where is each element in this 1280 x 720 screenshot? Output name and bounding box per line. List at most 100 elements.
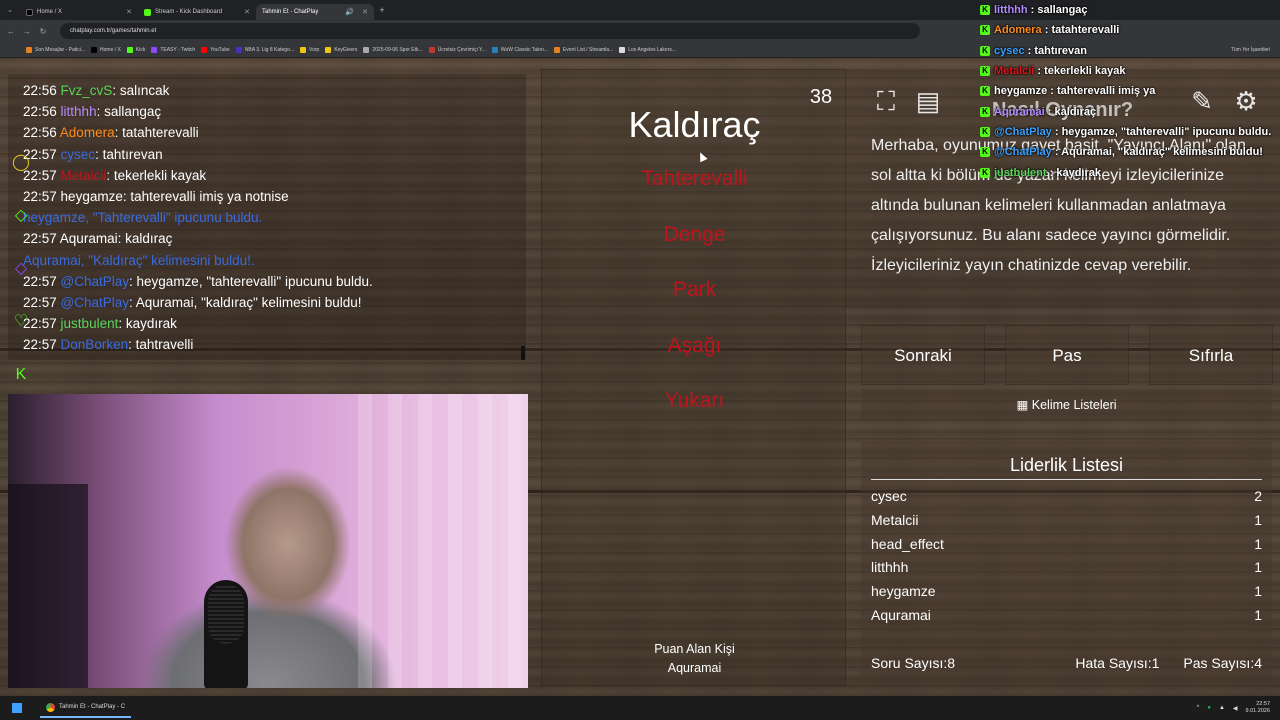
- taskbar-chrome-item[interactable]: Tahmin Et - ChatPlay - C: [40, 698, 132, 718]
- game-stats: Soru Sayısı:8 Hata Sayısı:1 Pas Sayısı:4: [861, 655, 1272, 671]
- fullscreen-icon[interactable]: ⛶: [870, 85, 902, 117]
- leaderboard: Liderlik Listesi cysec 2 Metalcii 1 head_eff…: [861, 441, 1272, 686]
- clock[interactable]: 22:57 9.01.2026: [1246, 701, 1270, 715]
- pass-count: Pas Sayısı:4: [1183, 655, 1262, 671]
- bookmark[interactable]: Kick: [126, 46, 145, 53]
- network-icon[interactable]: ▲: [1219, 705, 1225, 711]
- kick-badge-icon: K: [980, 5, 990, 16]
- notes-icon[interactable]: ▤: [912, 85, 944, 117]
- browser-tab-0[interactable]: Home / X ✕: [20, 4, 138, 20]
- message-text: : tekerlekli kayak: [106, 167, 207, 183]
- bookmark[interactable]: Event List / Streamla...: [553, 46, 613, 53]
- bookmark[interactable]: NBA 3. Lig 8 Katego...: [235, 46, 294, 53]
- chat-message: 22:56 Fvz_cvS: salıncak: [23, 80, 526, 101]
- overlay-username: litthhh: [994, 4, 1028, 17]
- overlay-chat-message: K Aquramai : kaldıraç: [980, 101, 1280, 121]
- taboo-word: Aşağı: [667, 334, 722, 357]
- target-word: Kaldıraç: [628, 104, 761, 145]
- bookmark[interactable]: 2025-09-06 Spor Etk...: [363, 46, 423, 53]
- word-lists-button[interactable]: ▦ Kelime Listeleri: [861, 389, 1272, 421]
- browser-tab-2[interactable]: Tahmin Et - ChatPlay 🔊 ✕: [256, 4, 374, 20]
- browser-tab-1[interactable]: Stream - Kick Dashboard ✕: [138, 4, 256, 20]
- message-text: : kaldıraç: [117, 231, 173, 247]
- message-username: heygamze: [60, 189, 123, 205]
- taboo-word: Denge: [663, 223, 726, 246]
- overlay-message-text: justbulent : kaydırak: [994, 163, 1101, 183]
- overlay-text: : Aquramai, "kaldıraç" kelimesini buldu!: [1051, 146, 1263, 159]
- bookmark[interactable]: KeyGivers: [325, 46, 357, 53]
- overlay-username: Metalcii: [994, 65, 1035, 78]
- bookmark[interactable]: Son Mesajlar - Patici...: [26, 46, 85, 53]
- leaderboard-row: Aquramai 1: [871, 604, 1262, 628]
- chat-message: 22:57 @ChatPlay: heygamze, "tahterevalli…: [23, 271, 526, 292]
- overlay-chat-message: K @ChatPlay : heygamze, "tahterevalli" ip…: [980, 122, 1280, 142]
- chair-shape: [8, 484, 88, 688]
- overlay-text: : tekerlekli kayak: [1034, 65, 1126, 78]
- bookmark[interactable]: Home / X: [91, 46, 121, 53]
- message-text: : Aquramai, "kaldıraç" kelimesini buldu!: [129, 295, 362, 311]
- close-icon[interactable]: ✕: [362, 8, 368, 16]
- message-username: litthhh: [60, 104, 97, 120]
- overlay-username: heygamze: [994, 85, 1048, 98]
- reload-icon[interactable]: ↻: [38, 27, 48, 36]
- overlay-text: : kaydırak: [1046, 166, 1101, 179]
- message-username: cysec: [60, 146, 96, 162]
- system-tray: ^ ● ▲ ◀ 22:57 9.01.2026: [1197, 701, 1271, 715]
- message-text: : sallangaç: [96, 104, 162, 120]
- chat-message: 22:57 DonBorken: tahtravelli: [23, 334, 526, 355]
- overlay-chat-message: K Metalcii : tekerlekli kayak: [980, 61, 1280, 81]
- webcam-feed: [8, 394, 528, 688]
- chat-scrollbar[interactable]: [521, 346, 525, 360]
- tab-label: Stream - Kick Dashboard: [155, 9, 223, 15]
- overlay-chat-message: Kjustbulent : kaydırak: [980, 162, 1280, 182]
- next-button[interactable]: Sonraki: [861, 325, 985, 385]
- tab-label: Home / X: [37, 9, 63, 15]
- message-text: : tahtravelli: [128, 337, 194, 353]
- speaker-icon[interactable]: 🔊: [345, 8, 354, 16]
- close-icon[interactable]: ✕: [244, 8, 250, 16]
- url-text: chatplay.com.tr/games/tahmin.et: [70, 28, 157, 34]
- kick-badge-icon: K: [980, 167, 990, 178]
- error-count: Hata Sayısı:1: [1075, 655, 1160, 671]
- bookmark[interactable]: WoW Classic Talon...: [491, 46, 548, 53]
- tab-search-icon[interactable]: ⌄: [0, 6, 20, 14]
- chevron-up-icon[interactable]: ^: [1197, 705, 1200, 711]
- overlay-message-text: @ChatPlay : Aquramai, "kaldıraç" kelimes…: [994, 142, 1263, 162]
- pass-button[interactable]: Pas: [1005, 325, 1129, 385]
- overlay-username: justbulent: [994, 166, 1047, 179]
- close-icon[interactable]: ✕: [126, 8, 132, 16]
- message-text: : heygamze, "tahterevalli" ipucunu buldu…: [129, 273, 373, 289]
- spotify-icon[interactable]: ●: [1207, 705, 1211, 711]
- bookmark[interactable]: YouTube: [201, 46, 230, 53]
- message-username: DonBorken: [60, 337, 129, 353]
- leaderboard-title: Liderlik Listesi: [1009, 455, 1124, 475]
- speaker-icon[interactable]: ◀: [1233, 705, 1238, 712]
- chat-message: 22:57 @ChatPlay: Aquramai, "kaldıraç" ke…: [23, 292, 526, 313]
- leaderboard-row: head_effect 1: [871, 533, 1262, 557]
- taboo-word: Yukarı: [664, 389, 725, 412]
- bookmark[interactable]: Ücretsiz Çevrimiçi Y...: [428, 46, 486, 53]
- bookmark[interactable]: TEASY - Twitch: [151, 46, 195, 53]
- bookmark[interactable]: Los Angeles Lakers...: [619, 46, 676, 53]
- address-bar[interactable]: chatplay.com.tr/games/tahmin.et: [60, 23, 920, 39]
- divider: [871, 479, 1262, 480]
- chat-panel: 22:56 Fvz_cvS: salıncak 22:56 litthhh: sa…: [8, 74, 526, 360]
- reset-button[interactable]: Sıfırla: [1149, 325, 1273, 385]
- message-username: justbulent: [60, 316, 119, 332]
- new-tab-button[interactable]: +: [374, 5, 390, 15]
- bookmark[interactable]: Vorp: [300, 46, 319, 53]
- message-text: : kaydırak: [118, 316, 177, 332]
- microphone-grill-shape: [208, 584, 244, 644]
- forward-icon[interactable]: →: [22, 27, 32, 36]
- question-count: Soru Sayısı:8: [871, 655, 956, 671]
- chat-message-list: 22:56 Fvz_cvS: salıncak 22:56 litthhh: sa…: [8, 74, 526, 356]
- player-score: 1: [1254, 559, 1262, 576]
- windows-start-icon[interactable]: [12, 703, 22, 713]
- word-lists-label: Kelime Listeleri: [1031, 398, 1117, 412]
- message-username: Fvz_cvS: [60, 83, 113, 98]
- overlay-username: Adomera: [994, 24, 1042, 37]
- chat-message: 22:56 litthhh: sallangaç: [23, 101, 526, 122]
- system-message: heygamze, "Tahterevalli" ipucunu buldu.: [23, 210, 263, 226]
- tab-label: Tahmin Et - ChatPlay: [262, 9, 319, 15]
- back-icon[interactable]: ←: [6, 27, 16, 36]
